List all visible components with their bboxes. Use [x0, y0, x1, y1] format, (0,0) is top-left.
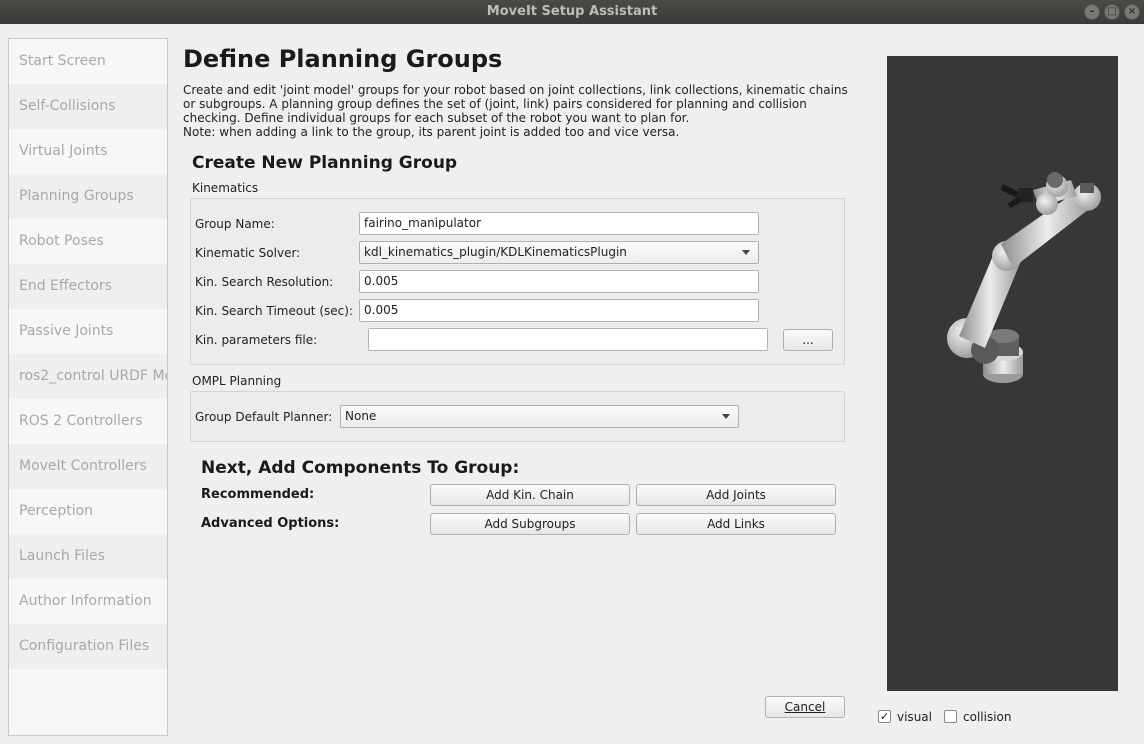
page-title: Define Planning Groups — [183, 45, 503, 73]
search-timeout-label: Kin. Search Timeout (sec): — [195, 304, 353, 318]
params-file-label: Kin. parameters file: — [195, 333, 318, 347]
chevron-down-icon — [742, 250, 750, 255]
minimize-icon[interactable]: – — [1084, 4, 1100, 20]
cancel-button[interactable]: Cancel — [765, 696, 845, 718]
kinematic-solver-value: kdl_kinematics_plugin/KDLKinematicsPlugi… — [364, 245, 627, 259]
search-resolution-input[interactable]: 0.005 — [359, 270, 759, 293]
components-heading: Next, Add Components To Group: — [201, 458, 520, 478]
kinematics-section-label: Kinematics — [192, 181, 259, 195]
robot-3d-viewer[interactable] — [887, 56, 1118, 691]
add-joints-button[interactable]: Add Joints — [636, 484, 836, 506]
ompl-section-label: OMPL Planning — [192, 374, 282, 388]
sidebar-nav: Start Screen Self-Collisions Virtual Joi… — [8, 38, 168, 736]
group-name-label: Group Name: — [195, 217, 275, 231]
description-line: or subgroups. A planning group defines t… — [183, 97, 807, 111]
maximize-icon[interactable]: □ — [1104, 4, 1120, 20]
window-titlebar: MoveIt Setup Assistant – □ × — [0, 0, 1144, 24]
visual-label: visual — [897, 710, 932, 724]
sidebar-item-self-collisions[interactable]: Self-Collisions — [9, 84, 167, 129]
add-subgroups-button[interactable]: Add Subgroups — [430, 513, 630, 535]
default-planner-select[interactable]: None — [340, 405, 739, 428]
sidebar-item-planning-groups[interactable]: Planning Groups — [9, 174, 167, 219]
kinematic-solver-select[interactable]: kdl_kinematics_plugin/KDLKinematicsPlugi… — [359, 241, 759, 264]
default-planner-label: Group Default Planner: — [195, 410, 333, 424]
sidebar-item-configuration-files[interactable]: Configuration Files — [9, 624, 167, 669]
close-icon[interactable]: × — [1124, 4, 1140, 20]
sidebar-item-passive-joints[interactable]: Passive Joints — [9, 309, 167, 354]
sidebar-item-launch-files[interactable]: Launch Files — [9, 534, 167, 579]
sidebar-item-end-effectors[interactable]: End Effectors — [9, 264, 167, 309]
sidebar-item-ros2-control-urdf[interactable]: ros2_control URDF Mo — [9, 354, 167, 399]
collision-label: collision — [963, 710, 1012, 724]
window-title: MoveIt Setup Assistant — [486, 4, 658, 19]
description-line: checking. Define individual groups for e… — [183, 111, 690, 125]
sidebar-item-moveit-controllers[interactable]: MoveIt Controllers — [9, 444, 167, 489]
add-kin-chain-button[interactable]: Add Kin. Chain — [430, 484, 630, 506]
sidebar-item-author-information[interactable]: Author Information — [9, 579, 167, 624]
collision-checkbox[interactable] — [944, 710, 957, 723]
params-file-input[interactable] — [368, 328, 768, 351]
default-planner-value: None — [345, 409, 377, 423]
visual-checkbox[interactable]: ✓ — [878, 710, 891, 723]
browse-params-button[interactable]: ... — [783, 329, 833, 351]
sidebar-item-start-screen[interactable]: Start Screen — [9, 39, 167, 84]
sidebar-item-perception[interactable]: Perception — [9, 489, 167, 534]
check-icon: ✓ — [879, 710, 890, 723]
description-line: Note: when adding a link to the group, i… — [183, 125, 680, 139]
sidebar-item-ros2-controllers[interactable]: ROS 2 Controllers — [9, 399, 167, 444]
sidebar-item-virtual-joints[interactable]: Virtual Joints — [9, 129, 167, 174]
sidebar-item-robot-poses[interactable]: Robot Poses — [9, 219, 167, 264]
add-links-button[interactable]: Add Links — [636, 513, 836, 535]
group-name-input[interactable]: fairino_manipulator — [359, 212, 759, 235]
search-timeout-input[interactable]: 0.005 — [359, 299, 759, 322]
chevron-down-icon — [722, 414, 730, 419]
robot-arm-model — [947, 172, 1101, 383]
description-line: Create and edit 'joint model' groups for… — [183, 83, 848, 97]
advanced-options-label: Advanced Options: — [201, 516, 340, 531]
recommended-label: Recommended: — [201, 487, 315, 502]
create-group-heading: Create New Planning Group — [192, 153, 458, 173]
search-resolution-label: Kin. Search Resolution: — [195, 275, 334, 289]
kinematic-solver-label: Kinematic Solver: — [195, 246, 301, 260]
